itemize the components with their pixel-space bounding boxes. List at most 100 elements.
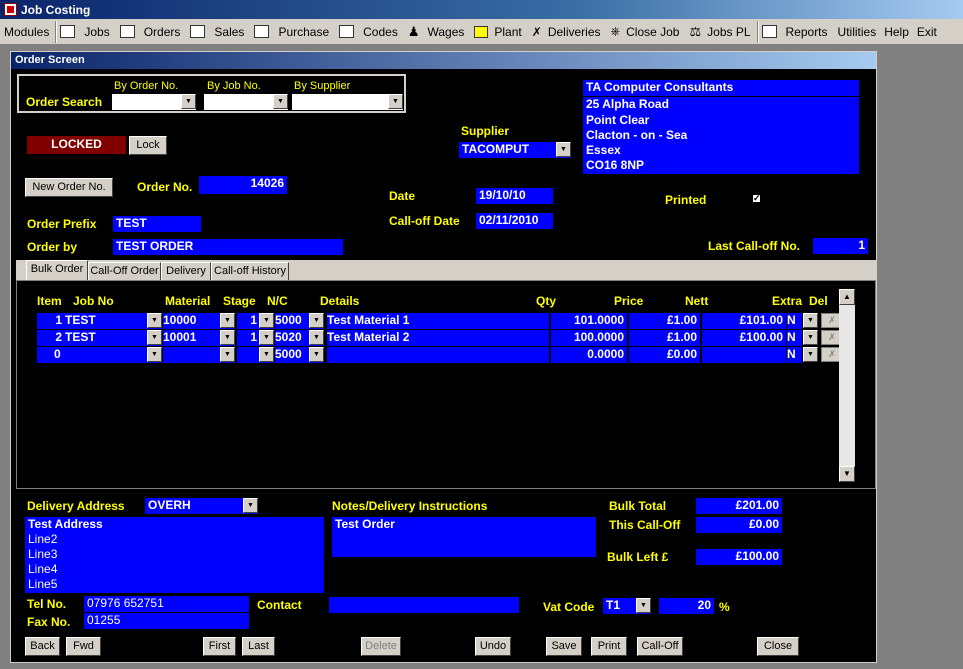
chevron-down-icon[interactable]: ▼	[273, 94, 288, 109]
extra-cell[interactable]: N	[787, 313, 802, 329]
toolbar-modules[interactable]: Modules	[0, 20, 57, 43]
printed-checkbox[interactable]: ✓	[752, 194, 761, 203]
toolbar-close-job[interactable]: ⎈ Close Job	[607, 21, 686, 43]
toolbar-jobs-pl[interactable]: ⚖ Jobs PL	[685, 20, 758, 43]
undo-button[interactable]: Undo	[475, 637, 511, 656]
notes-field[interactable]: Test Order	[332, 517, 596, 557]
nc-cell[interactable]: 5020 ▼	[275, 330, 324, 346]
stage-cell[interactable]: ▼	[237, 347, 274, 363]
print-button[interactable]: Print	[591, 637, 627, 656]
calloff-date-field[interactable]: 02/11/2010	[476, 213, 553, 229]
chevron-down-icon[interactable]: ▼	[803, 347, 818, 362]
toolbar-codes[interactable]: Codes	[335, 21, 404, 43]
toolbar-deliveries[interactable]: ✗ Deliveries	[528, 21, 607, 43]
chevron-down-icon[interactable]: ▼	[556, 142, 571, 157]
chevron-down-icon[interactable]: ▼	[243, 498, 258, 513]
chevron-down-icon[interactable]: ▼	[220, 313, 235, 328]
delivery-address-line[interactable]: Line5	[25, 577, 324, 593]
toolbar-exit[interactable]: Exit	[913, 21, 941, 43]
chevron-down-icon[interactable]: ▼	[259, 347, 274, 362]
chevron-down-icon[interactable]: ▼	[309, 313, 324, 328]
first-button[interactable]: First	[203, 637, 236, 656]
chevron-down-icon[interactable]: ▼	[181, 94, 196, 109]
price-cell[interactable]: £1.00	[629, 313, 700, 329]
toolbar-utilities[interactable]: Utilities	[834, 21, 881, 43]
qty-cell[interactable]: 0.0000	[551, 347, 627, 363]
table-row[interactable]: 0 ▼ ▼ ▼ 5000 ▼ 0.0000 £0.00 N ▼ ✗	[37, 347, 843, 363]
by-order-combo[interactable]: ▼	[112, 94, 196, 110]
by-supplier-combo[interactable]: ▼	[292, 94, 403, 110]
delivery-code-combo[interactable]: OVERH ▼	[145, 498, 258, 514]
save-button[interactable]: Save	[546, 637, 582, 656]
delete-button[interactable]: Delete	[361, 637, 401, 656]
toolbar-jobs[interactable]: Jobs	[56, 21, 115, 43]
price-cell[interactable]: £1.00	[629, 330, 700, 346]
chevron-down-icon[interactable]: ▼	[147, 313, 162, 328]
qty-cell[interactable]: 100.0000	[551, 330, 627, 346]
chevron-down-icon[interactable]: ▼	[220, 347, 235, 362]
chevron-down-icon[interactable]: ▼	[259, 330, 274, 345]
grid-scrollbar[interactable]: ▲ ▼	[839, 289, 855, 482]
order-by-field[interactable]: TEST ORDER	[113, 239, 343, 255]
chevron-down-icon[interactable]: ▼	[803, 313, 818, 328]
tab-calloff-history[interactable]: Call-off History	[211, 262, 289, 281]
tab-bulk-order[interactable]: Bulk Order	[26, 260, 88, 281]
delivery-address-line[interactable]: Line2	[25, 532, 324, 548]
chevron-down-icon[interactable]: ▼	[147, 347, 162, 362]
chevron-down-icon[interactable]: ▼	[309, 347, 324, 362]
table-row[interactable]: 2 TEST ▼ 10001 ▼ 1 ▼ 5020 ▼ Test Material 2 …	[37, 330, 843, 346]
order-no-field[interactable]: 14026	[199, 176, 287, 194]
supplier-combo[interactable]: TACOMPUT ▼	[459, 142, 571, 158]
extra-cell[interactable]: N	[787, 347, 802, 363]
scroll-down-icon[interactable]: ▼	[839, 466, 855, 482]
date-field[interactable]: 19/10/10	[476, 188, 553, 204]
job-cell[interactable]: TEST ▼	[65, 330, 162, 346]
toolbar-wages[interactable]: ♟ Wages	[404, 21, 471, 43]
nc-cell[interactable]: 5000 ▼	[275, 347, 324, 363]
chevron-down-icon[interactable]: ▼	[636, 598, 651, 613]
stage-cell[interactable]: 1 ▼	[237, 330, 274, 346]
price-cell[interactable]: £0.00	[629, 347, 700, 363]
delivery-address-line[interactable]: Line4	[25, 562, 324, 578]
job-cell[interactable]: ▼	[65, 347, 162, 363]
tel-field[interactable]: 07976 652751	[84, 596, 249, 612]
chevron-down-icon[interactable]: ▼	[388, 94, 403, 109]
chevron-down-icon[interactable]: ▼	[309, 330, 324, 345]
toolbar-sales[interactable]: Sales	[186, 21, 250, 43]
back-button[interactable]: Back	[25, 637, 60, 656]
delivery-address-line[interactable]: Test Address	[25, 517, 324, 533]
toolbar-orders[interactable]: Orders	[116, 21, 187, 43]
contact-field[interactable]	[329, 597, 519, 613]
vat-rate-field[interactable]: 20	[659, 598, 714, 614]
delivery-address-line[interactable]: Line3	[25, 547, 324, 563]
stage-cell[interactable]: 1 ▼	[237, 313, 274, 329]
details-cell[interactable]: Test Material 1	[327, 313, 549, 329]
toolbar-plant[interactable]: Plant	[470, 21, 527, 43]
fwd-button[interactable]: Fwd	[66, 637, 101, 656]
material-cell[interactable]: 10000 ▼	[163, 313, 235, 329]
nc-cell[interactable]: 5000 ▼	[275, 313, 324, 329]
scroll-up-icon[interactable]: ▲	[839, 289, 855, 305]
calloff-button[interactable]: Call-Off	[637, 637, 683, 656]
qty-cell[interactable]: 101.0000	[551, 313, 627, 329]
tab-delivery[interactable]: Delivery	[161, 262, 211, 281]
tab-calloff-order[interactable]: Call-Off Order	[88, 262, 161, 281]
new-order-button[interactable]: New Order No.	[25, 178, 113, 197]
material-cell[interactable]: 10001 ▼	[163, 330, 235, 346]
by-job-combo[interactable]: ▼	[204, 94, 288, 110]
details-cell[interactable]: Test Material 2	[327, 330, 549, 346]
chevron-down-icon[interactable]: ▼	[259, 313, 274, 328]
details-cell[interactable]	[327, 347, 549, 363]
material-cell[interactable]: ▼	[163, 347, 235, 363]
table-row[interactable]: 1 TEST ▼ 10000 ▼ 1 ▼ 5000 ▼ Test Material 1 …	[37, 313, 843, 329]
toolbar-help[interactable]: Help	[880, 21, 913, 43]
chevron-down-icon[interactable]: ▼	[803, 330, 818, 345]
job-cell[interactable]: TEST ▼	[65, 313, 162, 329]
chevron-down-icon[interactable]: ▼	[220, 330, 235, 345]
fax-field[interactable]: 01255	[84, 613, 249, 629]
vat-code-combo[interactable]: T1 ▼	[603, 598, 651, 614]
chevron-down-icon[interactable]: ▼	[147, 330, 162, 345]
close-button[interactable]: Close	[757, 637, 799, 656]
toolbar-purchase[interactable]: Purchase	[250, 21, 335, 43]
lock-button[interactable]: Lock	[129, 136, 167, 155]
